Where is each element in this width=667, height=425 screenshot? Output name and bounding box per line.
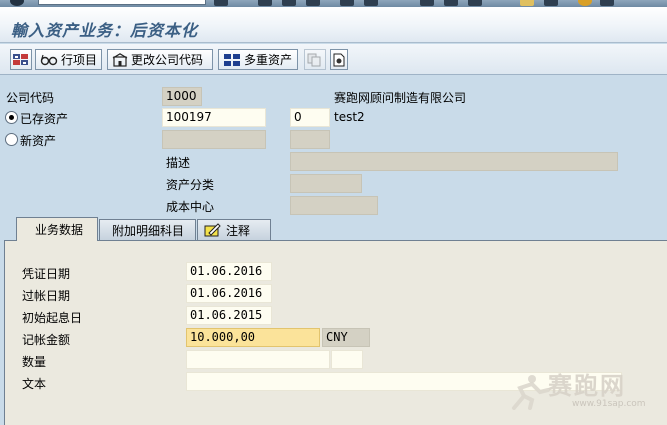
tab-additional-details-label: 附加明细科目 <box>112 223 185 238</box>
description-label: 描述 <box>166 156 191 170</box>
help-icon[interactable] <box>578 0 592 6</box>
line-items-label: 行项目 <box>60 53 97 67</box>
asset-class-label: 资产分类 <box>166 178 215 192</box>
cancel-icon[interactable] <box>306 0 320 6</box>
layout-icon[interactable] <box>600 0 614 6</box>
quantity-label: 数量 <box>22 355 47 369</box>
unit-input[interactable] <box>331 350 363 369</box>
document-date-label: 凭证日期 <box>22 267 71 281</box>
tab-transaction-data-label: 业务数据 <box>35 223 84 237</box>
new-asset-sub-field <box>290 130 330 149</box>
tab-transaction-data[interactable]: 业务数据 <box>16 217 98 241</box>
description-field <box>290 152 618 171</box>
shortcut-icon[interactable] <box>544 0 558 6</box>
exit-icon[interactable] <box>282 0 296 6</box>
cost-center-label: 成本中心 <box>166 200 215 214</box>
new-asset-radio[interactable] <box>5 133 18 146</box>
change-company-code-button[interactable]: 更改公司代码 <box>107 49 213 70</box>
sub-number-input[interactable]: 0 <box>290 108 330 127</box>
existing-asset-label: 已存资产 <box>20 112 69 126</box>
back-icon[interactable] <box>258 0 272 6</box>
tab-additional-details[interactable]: 附加明细科目 <box>99 219 196 240</box>
title-bar: 輸入资产业务：后资本化 <box>0 7 667 43</box>
new-asset-label: 新资产 <box>20 134 57 148</box>
system-toolbar <box>0 0 667 7</box>
document-date-input[interactable]: 01.06.2016 <box>186 262 272 281</box>
prev-page-icon[interactable] <box>444 0 458 6</box>
amount-input[interactable]: 10.000,00 <box>186 328 320 347</box>
multiple-assets-icon <box>224 53 240 66</box>
copy-icon <box>307 53 321 66</box>
value-date-input[interactable]: 01.06.2015 <box>186 306 272 325</box>
glasses-icon <box>40 54 58 65</box>
posting-date-label: 过帐日期 <box>22 289 71 303</box>
asset-number-input[interactable]: 100197 <box>162 108 266 127</box>
company-name: 赛跑网顾问制造有限公司 <box>334 91 467 105</box>
text-label: 文本 <box>22 377 47 391</box>
quantity-input[interactable] <box>186 350 330 369</box>
posting-date-input[interactable]: 01.06.2016 <box>186 284 272 303</box>
amount-label: 记帐金额 <box>22 333 71 347</box>
cost-center-field <box>290 196 378 215</box>
change-company-code-label: 更改公司代码 <box>131 53 204 67</box>
document-button[interactable] <box>330 49 348 70</box>
currency-field: CNY <box>322 328 370 347</box>
company-code-field: 1000 <box>162 87 202 106</box>
application-toolbar: 行项目 更改公司代码 多重资产 <box>0 44 667 75</box>
new-session-icon[interactable] <box>520 0 534 6</box>
multiple-assets-label: 多重资产 <box>244 53 293 67</box>
save-icon[interactable] <box>214 0 228 6</box>
asset-class-field <box>290 174 362 193</box>
asset-values-button[interactable] <box>10 49 32 70</box>
print-icon[interactable] <box>340 0 354 6</box>
document-icon <box>333 53 345 66</box>
command-field[interactable] <box>38 0 206 5</box>
first-page-icon[interactable] <box>420 0 434 6</box>
copy-button[interactable] <box>304 49 326 70</box>
enter-icon[interactable] <box>10 0 24 6</box>
tab-notes[interactable]: 注释 <box>197 219 271 240</box>
page-title: 輸入资产业务：后资本化 <box>11 21 199 40</box>
line-items-button[interactable]: 行项目 <box>35 49 102 70</box>
find-icon[interactable] <box>364 0 378 6</box>
new-asset-field <box>162 130 266 149</box>
existing-asset-radio[interactable] <box>5 111 18 124</box>
company-code-label: 公司代码 <box>6 91 55 105</box>
pencil-note-icon <box>204 223 221 237</box>
value-date-label: 初始起息日 <box>22 311 83 325</box>
text-input[interactable] <box>186 372 622 391</box>
tab-notes-label: 注释 <box>226 223 251 238</box>
asset-values-icon <box>13 53 28 65</box>
next-page-icon[interactable] <box>468 0 482 6</box>
building-icon <box>112 52 128 67</box>
asset-name: test2 <box>334 110 365 124</box>
multiple-assets-button[interactable]: 多重资产 <box>218 49 298 70</box>
